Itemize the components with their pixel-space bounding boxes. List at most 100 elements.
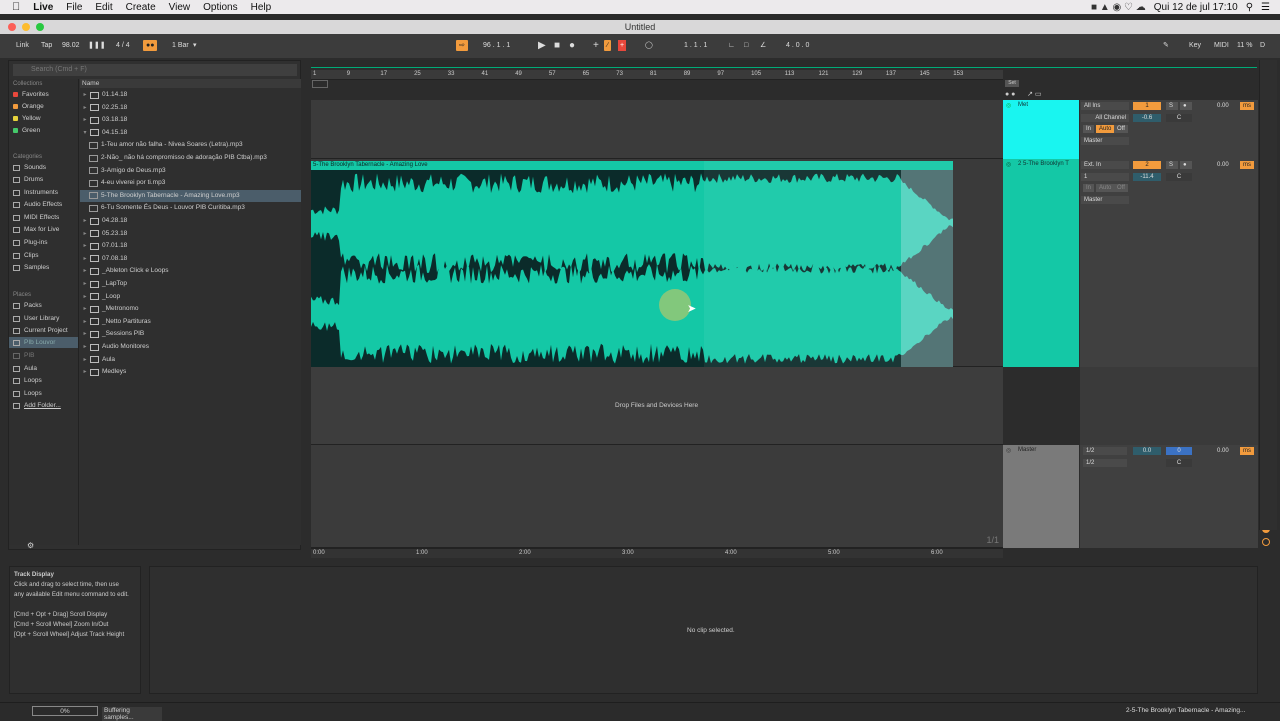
punch-out-icon[interactable]: ∠ [760,40,766,51]
place-current-project[interactable]: Current Project [13,325,68,336]
category-instruments[interactable]: Instruments [13,187,58,198]
time-ruler[interactable]: 0:00 1:00 2:00 3:00 4:00 5:00 6:00 [311,548,1003,558]
song-position-field[interactable]: 96 . 1 . 1 [483,40,510,51]
monitor-off-button[interactable]: Off [1114,184,1128,192]
volume-field[interactable]: -0.6 [1133,114,1161,122]
right-scrollbar[interactable] [1259,60,1277,530]
solo-button[interactable]: S [1166,161,1178,169]
track-activator-icon[interactable]: ◎ [1006,161,1011,168]
folder-item[interactable]: ▸ Audio Monitores [80,341,301,353]
category-samples[interactable]: Samples [13,262,49,273]
master-pan-field[interactable]: C [1166,459,1192,467]
triangle-right-icon[interactable]: ▸ [80,316,90,328]
triangle-right-icon[interactable]: ▸ [80,354,90,366]
tempo-field[interactable]: 98.02 [62,40,80,51]
folder-item[interactable]: ▸ 07.01.18 [80,240,301,252]
folder-item[interactable]: ▸ _Loop [80,291,301,303]
folder-item[interactable]: ▸ _Sessions PIB [80,328,301,340]
name-column-header[interactable]: Name [80,79,301,88]
place-pib-louvor[interactable]: PIb Louvor [9,337,78,348]
folder-item[interactable]: ▸ _LapTop [80,278,301,290]
menu-view[interactable]: View [169,2,191,13]
follow-button[interactable]: ⇨ [456,40,468,51]
master-volume-field[interactable]: 0.0 [1133,447,1161,455]
loop-icon[interactable]: □ [744,40,748,51]
zoom-window-button[interactable] [36,23,44,31]
audio-file-item[interactable]: 1-Teu amor não falha - Nivea Soares (Let… [80,139,301,151]
category-drums[interactable]: Drums [13,174,43,185]
category-plug-ins[interactable]: Plug-ins [13,237,47,248]
arm-button[interactable]: ● [1180,102,1192,110]
track-delay-field[interactable]: 0.00 [1214,102,1232,110]
delay-unit-button[interactable]: ms [1240,161,1254,169]
spotlight-icon[interactable]: ⚲ [1246,2,1253,13]
folder-item[interactable]: ▸ 01.14.18 [80,89,301,101]
output-dropdown[interactable]: Master [1081,196,1129,204]
audio-file-item[interactable]: 5-The Brooklyn Tabernacle - Amazing Love… [80,189,301,202]
master-unit-button[interactable]: ms [1240,447,1254,455]
loop-start-field[interactable]: 1 . 1 . 1 [684,40,707,51]
track-activator-icon[interactable]: ◎ [1006,447,1011,454]
metronome-button[interactable]: ●● [143,40,158,51]
place-loops-2[interactable]: Loops [13,388,42,399]
beat-time-ruler[interactable]: 1 9 17 25 33 41 49 57 65 73 81 89 97 105 113 121 129 137 1… [311,70,1003,80]
loop-length-field[interactable]: 4 . 0 . 0 [786,40,809,51]
session-record-button[interactable]: + [618,40,627,51]
folder-item[interactable]: ▸ 02.25.18 [80,102,301,114]
triangle-right-icon[interactable]: ▸ [80,328,90,340]
triangle-right-icon[interactable]: ▸ [80,89,90,101]
meter-field[interactable]: 4 / 4 [116,40,130,51]
drop-area[interactable]: Drop Files and Devices Here [311,367,1003,445]
automation-arm-button[interactable]: ∕ [604,40,612,51]
triangle-right-icon[interactable]: ▸ [80,253,90,265]
triangle-down-icon[interactable]: ▾ [80,127,90,139]
output-dropdown[interactable]: Master [1081,137,1129,145]
triangle-right-icon[interactable]: ▸ [80,102,90,114]
record-button[interactable]: ● [569,40,575,51]
track-header-audio[interactable]: ◎ 2 5-The Brooklyn T [1003,159,1079,367]
menu-app[interactable]: Live [33,2,53,13]
menubar-clock[interactable]: Qui 12 de jul 17:10 [1154,2,1238,13]
delay-unit-button[interactable]: ms [1240,102,1254,110]
triangle-right-icon[interactable]: ▸ [80,215,90,227]
triangle-right-icon[interactable]: ▸ [80,341,90,353]
set-button[interactable]: Set [1005,80,1019,87]
quantize-dropdown[interactable]: 1 Bar [172,40,189,51]
place-user-library[interactable]: User Library [13,313,59,324]
minimize-window-button[interactable] [22,23,30,31]
menu-edit[interactable]: Edit [95,2,112,13]
track-number-button[interactable]: 1 [1133,102,1161,110]
loop-toggle-icon[interactable]: ◯ [645,40,653,51]
folder-item[interactable]: ▸ Medleys [80,366,301,378]
triangle-right-icon[interactable]: ▸ [80,366,90,378]
folder-item[interactable]: ▸ _Netto Partituras [80,316,301,328]
link-button[interactable]: Link [16,40,29,51]
header-tool-icons[interactable]: ● ● ↗ ▭ [1005,90,1042,98]
monitor-in-button[interactable]: In [1083,184,1095,192]
track-name[interactable]: Met [1018,102,1028,108]
close-window-button[interactable] [8,23,16,31]
pan-field[interactable]: C [1166,114,1192,122]
place-packs[interactable]: Packs [13,300,42,311]
category-audio-effects[interactable]: Audio Effects [13,199,62,210]
master-cue-field[interactable]: 0 [1166,447,1192,455]
volume-field[interactable]: -11.4 [1133,173,1161,181]
folder-item[interactable]: ▸ 05.23.18 [80,228,301,240]
folder-item[interactable]: ▸ _Ableton Click e Loops [80,265,301,277]
master-input-dropdown[interactable]: 1/2 [1083,447,1127,455]
audio-file-item[interactable]: 4-eu viverei por ti.mp3 [80,177,301,189]
tap-button[interactable]: Tap [41,40,52,51]
place-loops-1[interactable]: Loops [13,375,42,386]
collection-favorites[interactable]: Favorites [13,89,49,100]
folder-item[interactable]: ▸ 04.28.18 [80,215,301,227]
place-aula[interactable]: Aula [13,363,37,374]
stop-button[interactable]: ■ [554,40,560,51]
monitor-auto-button[interactable]: Auto [1096,184,1115,192]
collection-orange[interactable]: Orange [13,101,44,112]
category-clips[interactable]: Clips [13,250,38,261]
triangle-right-icon[interactable]: ▸ [80,114,90,126]
folder-item[interactable]: ▸ 03.18.18 [80,114,301,126]
browser-settings-icon[interactable]: ⚙ [27,541,34,550]
apple-icon[interactable]:  [12,1,20,13]
audio-clip[interactable]: 5-The Brooklyn Tabernacle - Amazing Love [311,161,953,367]
